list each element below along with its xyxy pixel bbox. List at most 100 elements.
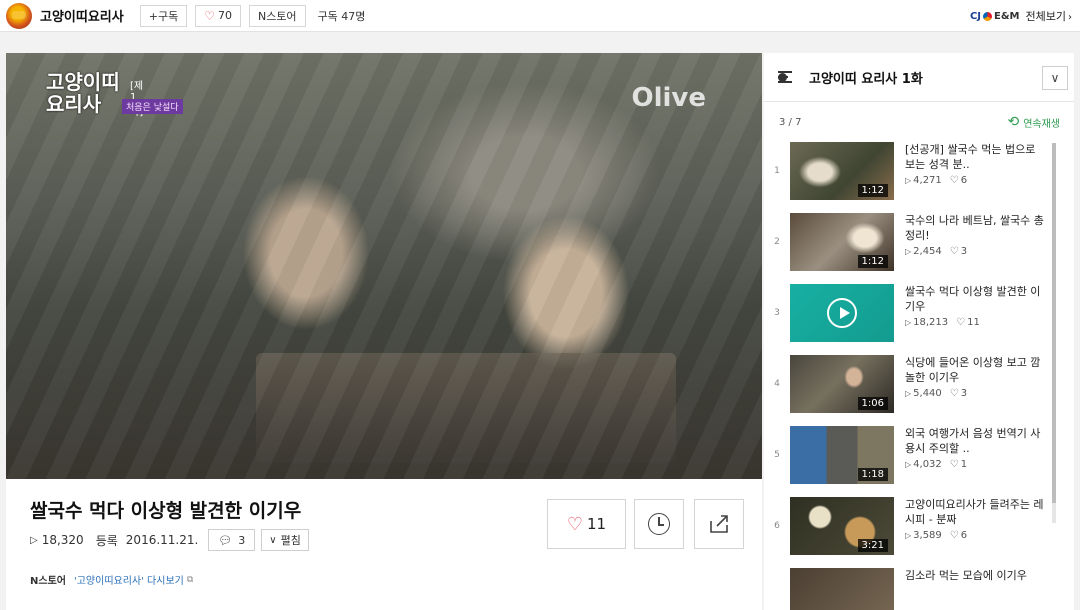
play-count-icon: ▷ xyxy=(905,389,912,398)
channel-logo[interactable] xyxy=(6,2,32,29)
playlist-subheader: 3 / 7 ⟲ 연속재생 xyxy=(764,102,1074,142)
nstore-logo: N스토어 xyxy=(30,576,66,587)
play-count-icon: ▷ xyxy=(905,176,912,185)
heart-icon: ♡ xyxy=(949,530,959,541)
heart-icon: ♡ xyxy=(949,175,959,186)
item-views: 18,213 xyxy=(913,317,949,328)
video-thumbnail[interactable] xyxy=(790,284,894,342)
nstore-button[interactable]: N스토어 xyxy=(248,4,306,27)
video-thumbnail[interactable]: 1:18 xyxy=(790,426,894,484)
duration-badge: 3:21 xyxy=(857,539,888,552)
subscribe-button[interactable]: +구독 xyxy=(139,4,188,27)
playlist-icon xyxy=(778,70,800,84)
item-title[interactable]: 김소라 먹는 모습에 이기우 xyxy=(905,568,1045,598)
playlist-header: 고양이띠 요리사 1화 ∨ xyxy=(764,53,1074,102)
item-index: 2 xyxy=(774,237,780,247)
play-count-icon: ▷ xyxy=(905,531,912,540)
item-index: 6 xyxy=(774,521,780,531)
item-title[interactable]: 외국 여행가서 음성 번역기 사용시 주의할 .. xyxy=(905,426,1045,456)
playlist-scrollbar[interactable] xyxy=(1052,143,1056,523)
heart-icon: ♡ xyxy=(949,459,959,470)
item-title[interactable]: 식당에 들어온 이상형 보고 깜놀한 이기우 xyxy=(905,355,1045,385)
show-title: 고양이띠 요리사 xyxy=(46,70,120,116)
item-views: 4,032 xyxy=(913,459,942,470)
video-thumbnail[interactable]: 1:12 xyxy=(790,142,894,200)
heart-icon: ♡ xyxy=(566,513,584,535)
rewatch-link[interactable]: '고양이띠요리사' 다시보기 xyxy=(74,572,184,587)
episode-subtitle: 처음은 낯설다 xyxy=(122,99,183,114)
repeat-icon: ⟲ xyxy=(1007,114,1020,130)
item-title[interactable]: 고양이띠요리사가 들려주는 레시피 - 분짜 xyxy=(905,497,1045,527)
watch-later-button[interactable] xyxy=(634,499,684,549)
list-item[interactable]: 2 1:12 국수의 나라 베트남, 쌀국수 총정리! ▷ 2,454 ♡ 3 xyxy=(764,213,1074,284)
view-all-link[interactable]: 전체보기 › xyxy=(1026,8,1072,24)
duration-badge: 1:18 xyxy=(857,468,888,481)
channel-name[interactable]: 고양이띠요리사 xyxy=(40,6,124,25)
item-title[interactable]: 쌀국수 먹다 이상형 발견한 이기우 xyxy=(905,284,1045,314)
playlist-toggle-button[interactable]: ∨ xyxy=(1042,66,1068,90)
autoplay-toggle[interactable]: ⟲ 연속재생 xyxy=(1007,114,1060,130)
list-item[interactable]: 5 1:18 외국 여행가서 음성 번역기 사용시 주의할 .. ▷ 4,032 ♡… xyxy=(764,426,1074,497)
video-player[interactable]: 고양이띠 요리사 [제1화] 처음은 낯설다 Olive xyxy=(6,53,762,479)
expand-button[interactable]: ∨ 펼침 xyxy=(261,529,309,551)
list-item[interactable]: 김소라 먹는 모습에 이기우 xyxy=(764,568,1074,610)
share-button[interactable] xyxy=(694,499,744,549)
like-button[interactable]: ♡ 11 xyxy=(547,499,626,549)
item-index: 5 xyxy=(774,450,780,460)
chevron-down-icon: ∨ xyxy=(269,534,277,546)
item-likes: 1 xyxy=(960,459,968,470)
play-count-icon: ▷ xyxy=(905,318,912,327)
comment-icon: 💬︎ xyxy=(218,533,233,547)
item-views: 2,454 xyxy=(913,246,942,257)
playlist-title: 고양이띠 요리사 1화 xyxy=(809,71,923,87)
external-link-icon: ⧉ xyxy=(186,574,194,585)
item-likes: 6 xyxy=(960,175,968,186)
item-views: 5,440 xyxy=(913,388,942,399)
item-likes: 3 xyxy=(960,388,968,399)
duration-badge: 1:12 xyxy=(857,184,888,197)
play-count-icon: ▷ xyxy=(30,534,38,546)
list-item-current[interactable]: 3 쌀국수 먹다 이상형 발견한 이기우 ▷ 18,213 ♡ 11 xyxy=(764,284,1074,355)
heart-icon: ♡ xyxy=(949,246,959,257)
item-views: 3,589 xyxy=(913,530,942,541)
top-bar: 고양이띠요리사 +구독 ♡ 70 N스토어 구독 47명 CJ E&M 전체보기 › xyxy=(0,0,1080,32)
share-icon xyxy=(710,515,728,533)
cj-logo: CJ E&M xyxy=(969,10,1020,22)
playlist-panel: 고양이띠 요리사 1화 ∨ 3 / 7 ⟲ 연속재생 1 1:12 [선공개] … xyxy=(764,53,1074,610)
comment-count: 3 xyxy=(238,533,246,547)
item-title[interactable]: 국수의 나라 베트남, 쌀국수 총정리! xyxy=(905,213,1045,243)
comment-button[interactable]: 💬︎ 3 xyxy=(208,529,256,551)
playlist-items: 1 1:12 [선공개] 쌀국수 먹는 법으로 보는 성격 분.. ▷ 4,271… xyxy=(764,142,1074,610)
subscriber-count: 구독 47명 xyxy=(317,9,366,23)
list-item[interactable]: 4 1:06 식당에 들어온 이상형 보고 깜놀한 이기우 ▷ 5,440 ♡ 3 xyxy=(764,355,1074,426)
play-count-icon: ▷ xyxy=(905,460,912,469)
show-logo: 고양이띠 요리사 [제1화] 처음은 낯설다 xyxy=(46,70,183,118)
play-count-icon: ▷ xyxy=(905,247,912,256)
heart-icon: ♡ xyxy=(204,8,215,23)
chevron-right-icon: › xyxy=(1068,12,1072,23)
source-line: N스토어 '고양이띠요리사' 다시보기 ⧉ xyxy=(30,572,194,588)
play-icon xyxy=(827,298,857,328)
channel-like-button[interactable]: ♡ 70 xyxy=(195,4,241,27)
clock-icon xyxy=(648,513,670,535)
heart-icon: ♡ xyxy=(956,317,966,328)
item-views: 4,271 xyxy=(913,175,942,186)
item-likes: 6 xyxy=(960,530,968,541)
video-thumbnail[interactable]: 1:06 xyxy=(790,355,894,413)
item-likes: 11 xyxy=(967,317,980,328)
video-thumbnail[interactable]: 3:21 xyxy=(790,497,894,555)
list-item[interactable]: 6 3:21 고양이띠요리사가 들려주는 레시피 - 분짜 ▷ 3,589 ♡ 6 xyxy=(764,497,1074,568)
playlist-position: 3 / 7 xyxy=(779,116,802,128)
duration-badge: 1:06 xyxy=(857,397,888,410)
item-index: 3 xyxy=(774,308,780,318)
video-thumbnail[interactable] xyxy=(790,568,894,610)
video-thumbnail[interactable]: 1:12 xyxy=(790,213,894,271)
video-info: 쌀국수 먹다 이상형 발견한 이기우 ▷ 18,320 등록 2016.11.2… xyxy=(6,479,762,610)
heart-icon: ♡ xyxy=(949,388,959,399)
date-label: 등록 xyxy=(95,533,118,548)
list-item[interactable]: 1 1:12 [선공개] 쌀국수 먹는 법으로 보는 성격 분.. ▷ 4,271… xyxy=(764,142,1074,213)
chevron-down-icon: ∨ xyxy=(1050,71,1060,85)
item-title[interactable]: [선공개] 쌀국수 먹는 법으로 보는 성격 분.. xyxy=(905,142,1045,172)
top-right-area: CJ E&M 전체보기 › xyxy=(970,0,1072,32)
cj-mark-icon xyxy=(983,11,992,21)
